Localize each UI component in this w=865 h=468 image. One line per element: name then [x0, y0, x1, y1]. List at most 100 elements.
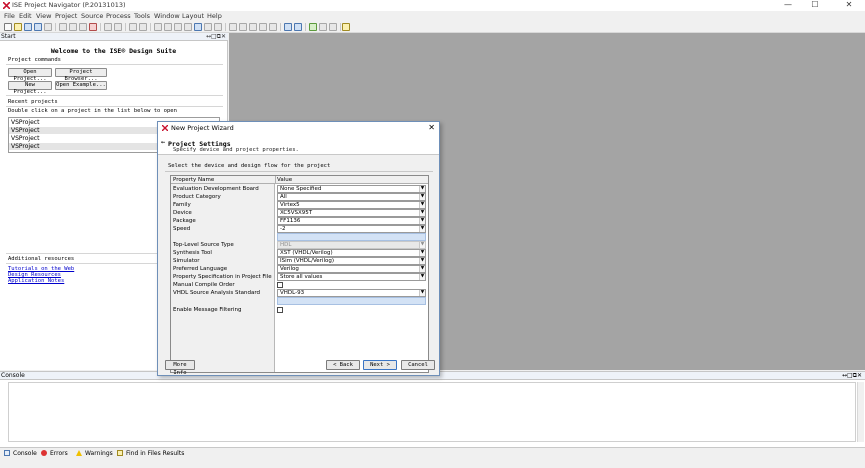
tab-errors[interactable]: Errors	[41, 450, 68, 458]
table-row: Simulator ISim (VHDL/Verilog) ▼	[171, 257, 428, 265]
redo-icon[interactable]	[114, 23, 122, 31]
toolbar-separator	[125, 23, 126, 31]
menu-help[interactable]: Help	[207, 12, 222, 20]
tool-icon[interactable]	[259, 23, 267, 31]
panel-controls-icon[interactable]: ↔□⧉✕	[842, 372, 862, 380]
close-window-button[interactable]: ✕	[838, 0, 860, 10]
chevron-down-icon: ▼	[419, 258, 425, 264]
welcome-heading: Welcome to the ISE® Design Suite	[50, 47, 177, 55]
console-output[interactable]	[8, 382, 856, 442]
chevron-down-icon: ▼	[419, 186, 425, 192]
tool-icon[interactable]	[249, 23, 257, 31]
maximize-button[interactable]: ☐	[804, 0, 826, 10]
speed-select[interactable]: -2 ▼	[277, 225, 426, 233]
menu-process[interactable]: Process	[106, 12, 131, 20]
undo-icon[interactable]	[104, 23, 112, 31]
tool-icon[interactable]	[204, 23, 212, 31]
column-divider[interactable]	[275, 176, 276, 184]
table-row: Top-Level Source Type HDL ▼	[171, 241, 428, 249]
save-icon[interactable]	[24, 23, 32, 31]
tool-icon[interactable]	[319, 23, 327, 31]
property-spec-select[interactable]: Store all values ▼	[277, 273, 426, 281]
menu-view[interactable]: View	[36, 12, 51, 20]
eval-board-select[interactable]: None Specified ▼	[277, 185, 426, 193]
back-arrow-icon[interactable]: ←	[161, 138, 165, 146]
minimize-button[interactable]: —	[777, 0, 799, 10]
tool-icon[interactable]	[329, 23, 337, 31]
open-example-button[interactable]: Open Example...	[55, 81, 107, 90]
design-summary-icon[interactable]	[194, 23, 202, 31]
save-all-icon[interactable]	[34, 23, 42, 31]
menu-tools[interactable]: Tools	[134, 12, 150, 20]
device-select[interactable]: XC5VSX95T ▼	[277, 209, 426, 217]
paste-icon[interactable]	[79, 23, 87, 31]
menu-window[interactable]: Window	[154, 12, 180, 20]
dialog-close-icon[interactable]: ✕	[428, 123, 435, 132]
panel-controls-icon[interactable]: ↔□⧉✕	[206, 33, 226, 41]
start-panel-title: Start	[1, 33, 16, 40]
toolbar-separator	[340, 23, 341, 31]
print-icon[interactable]	[44, 23, 52, 31]
console-scrollbar[interactable]	[857, 382, 864, 442]
table-row: Manual Compile Order	[171, 281, 428, 289]
application-notes-link[interactable]: Application Notes	[8, 278, 64, 284]
toolbar-separator	[225, 23, 226, 31]
chevron-down-icon: ▼	[419, 226, 425, 232]
tool-icon[interactable]	[154, 23, 162, 31]
tool-icon[interactable]	[214, 23, 222, 31]
open-project-button[interactable]: Open Project...	[8, 68, 52, 82]
menu-source[interactable]: Source	[81, 12, 103, 20]
cut-icon[interactable]	[59, 23, 67, 31]
wizard-page-subtitle: Specify device and project properties.	[173, 147, 299, 153]
back-button[interactable]: < Back	[326, 360, 360, 370]
next-button[interactable]: Next >	[363, 360, 397, 370]
run-icon[interactable]	[309, 23, 317, 31]
console-icon	[4, 450, 10, 456]
table-row: VHDL Source Analysis Standard VHDL-93 ▼	[171, 289, 428, 297]
divider	[6, 64, 223, 65]
project-browser-button[interactable]: Project Browser...	[55, 68, 107, 82]
menu-project[interactable]: Project	[55, 12, 77, 20]
tab-warnings[interactable]: Warnings	[76, 450, 113, 458]
help-icon[interactable]	[294, 23, 302, 31]
tool-icon[interactable]	[229, 23, 237, 31]
copy-icon[interactable]	[69, 23, 77, 31]
tool-icon[interactable]	[184, 23, 192, 31]
divider	[6, 106, 223, 107]
tool-icon[interactable]	[164, 23, 172, 31]
menu-file[interactable]: File	[4, 12, 15, 20]
product-category-select[interactable]: All ▼	[277, 193, 426, 201]
menu-edit[interactable]: Edit	[19, 12, 32, 20]
preferred-language-select[interactable]: Verilog ▼	[277, 265, 426, 273]
new-project-button[interactable]: New Project...	[8, 81, 52, 95]
tool-icon[interactable]	[239, 23, 247, 31]
property-label: Preferred Language	[173, 266, 228, 272]
synthesis-tool-select[interactable]: XST (VHDL/Verilog) ▼	[277, 249, 426, 257]
dialog-titlebar: New Project Wizard ✕	[158, 122, 439, 134]
message-filtering-checkbox[interactable]	[277, 307, 283, 313]
family-select[interactable]: Virtex5 ▼	[277, 201, 426, 209]
lightbulb-icon[interactable]	[342, 23, 350, 31]
ise-app-icon	[3, 2, 10, 9]
delete-icon[interactable]	[89, 23, 97, 31]
tab-find-in-files[interactable]: Find in Files Results	[117, 450, 184, 458]
manual-compile-checkbox[interactable]	[277, 282, 283, 288]
simulator-select[interactable]: ISim (VHDL/Verilog) ▼	[277, 257, 426, 265]
tool-icon[interactable]	[174, 23, 182, 31]
zoom-icon[interactable]	[139, 23, 147, 31]
menu-layout[interactable]: Layout	[182, 12, 204, 20]
open-folder-icon[interactable]	[14, 23, 22, 31]
cancel-button[interactable]: Cancel	[401, 360, 435, 370]
properties-icon[interactable]	[284, 23, 292, 31]
package-select[interactable]: FF1136 ▼	[277, 217, 426, 225]
tool-icon[interactable]	[269, 23, 277, 31]
find-icon[interactable]	[129, 23, 137, 31]
recent-projects-label: Recent projects	[8, 99, 58, 105]
table-row: Enable Message Filtering	[171, 306, 428, 314]
more-info-button[interactable]: More Info	[165, 360, 195, 376]
tab-console[interactable]: Console	[4, 450, 37, 458]
new-file-icon[interactable]	[4, 23, 12, 31]
project-properties-table: Property Name Value Evaluation Developme…	[170, 175, 429, 373]
vhdl-standard-select[interactable]: VHDL-93 ▼	[277, 289, 426, 297]
column-header-property: Property Name	[173, 177, 215, 183]
